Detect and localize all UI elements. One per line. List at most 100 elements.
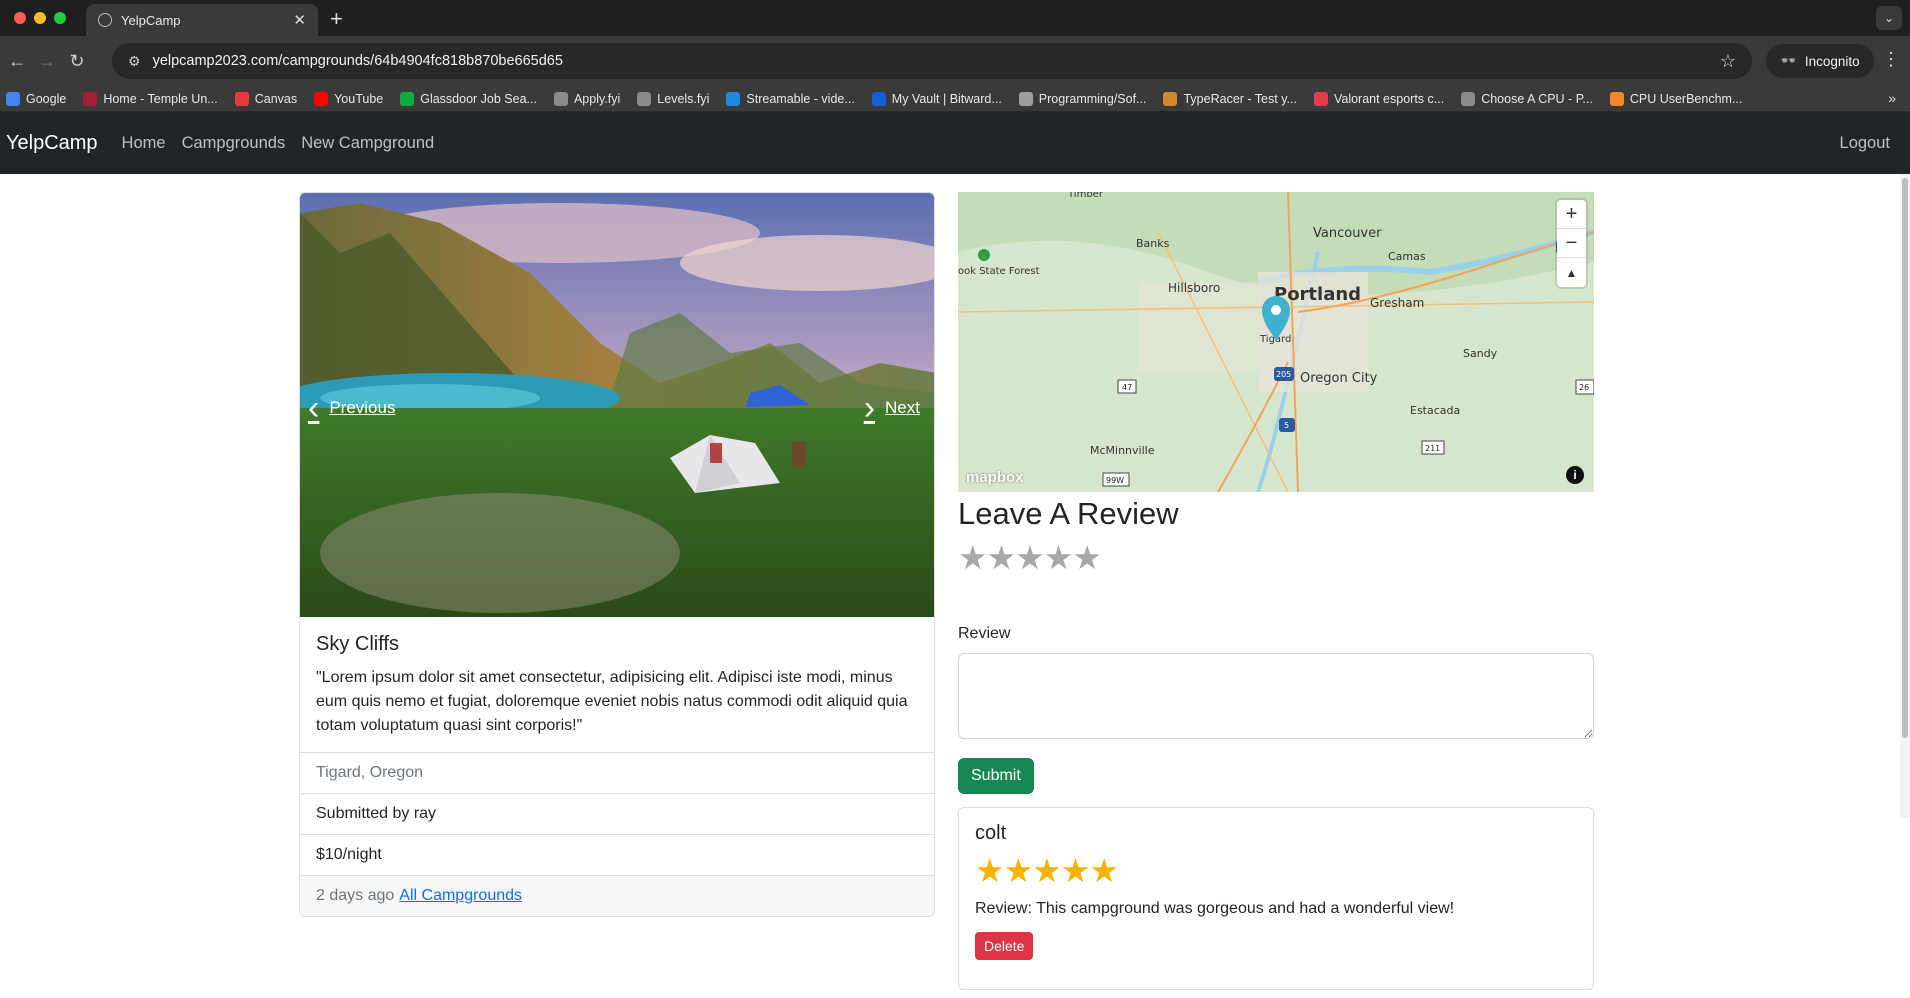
more-bookmarks-icon[interactable]: » (1888, 90, 1896, 106)
map-label-vancouver: Vancouver (1313, 226, 1382, 241)
campground-map[interactable]: Timber Vancouver Camas Banks Hillsboro P… (958, 192, 1594, 492)
chevron-left-icon: ‹ (308, 389, 320, 427)
bookmark-favicon-icon (553, 91, 568, 106)
bookmark-item[interactable]: Home - Temple Un... (83, 91, 218, 106)
bookmark-item[interactable]: Streamable - vide... (726, 91, 855, 106)
site-settings-icon[interactable]: ⚙ (128, 53, 141, 70)
review-textarea[interactable] (958, 653, 1594, 739)
bookmark-item[interactable]: YouTube (314, 91, 384, 106)
bookmark-item[interactable]: CPU UserBenchm... (1609, 91, 1742, 106)
bookmark-favicon-icon (1018, 91, 1033, 106)
logout-link[interactable]: Logout (1840, 134, 1890, 153)
campground-submitted-by: Submitted by ray (300, 793, 934, 834)
shield-26-label: 26 (1579, 383, 1589, 392)
all-campgrounds-link[interactable]: All Campgrounds (399, 887, 522, 905)
submit-button[interactable]: Submit (958, 758, 1034, 794)
map-label-sandy: Sandy (1463, 347, 1498, 360)
review-label: Review (958, 625, 1011, 642)
nav-new-campground-link[interactable]: New Campground (301, 134, 434, 153)
back-icon[interactable]: ← (6, 51, 28, 72)
bookmark-item[interactable]: Choose A CPU - P... (1461, 91, 1593, 106)
maximize-window-button[interactable] (54, 12, 66, 24)
bookmark-item[interactable]: TypeRacer - Test y... (1163, 91, 1297, 106)
bookmark-favicon-icon (726, 91, 741, 106)
mapbox-logo[interactable]: mapbox (966, 469, 1024, 486)
bookmark-item[interactable]: Valorant esports c... (1313, 91, 1444, 106)
bookmark-favicon-icon (1609, 91, 1624, 106)
bookmark-label: Glassdoor Job Sea... (420, 91, 537, 106)
park-icon (978, 249, 990, 261)
bookmark-item[interactable]: Levels.fyi (637, 91, 710, 106)
carousel-next-label: Next (885, 398, 920, 417)
new-tab-button[interactable]: + (330, 6, 343, 32)
review-form-heading: Leave A Review (958, 496, 1179, 531)
bookmark-item[interactable]: My Vault | Bitward... (871, 91, 1002, 106)
bookmark-item[interactable]: Google (6, 91, 66, 106)
shield-5-label: 5 (1284, 421, 1289, 430)
review-author: colt (975, 822, 1007, 844)
campground-location: Tigard, Oregon (300, 752, 934, 793)
map-label-banks: Banks (1136, 237, 1170, 250)
bookmark-label: Levels.fyi (657, 91, 710, 106)
bookmark-favicon-icon (1461, 91, 1476, 106)
map-label-timber: Timber (1067, 192, 1104, 200)
nav-campgrounds-link[interactable]: Campgrounds (182, 134, 286, 153)
info-icon[interactable]: i (1566, 466, 1584, 484)
bookmark-favicon-icon (6, 91, 20, 106)
reload-icon[interactable]: ↻ (66, 51, 88, 72)
tab-search-button[interactable]: ⌄ (1876, 6, 1902, 30)
map-label-hillsboro: Hillsboro (1168, 281, 1220, 295)
delete-review-button[interactable]: Delete (975, 932, 1034, 960)
browser-tab[interactable]: YelpCamp ✕ (86, 4, 318, 36)
forward-icon[interactable]: → (36, 51, 58, 72)
scrollbar-thumb[interactable] (1902, 178, 1908, 738)
browser-toolbar: ← → ↻ ⚙ yelpcamp2023.com/campgrounds/64b… (0, 36, 1910, 86)
campground-card-footer: 2 days ago All Campgrounds (300, 875, 934, 916)
bookmark-favicon-icon (1313, 91, 1328, 106)
zoom-in-button[interactable]: + (1557, 200, 1586, 229)
brand-link[interactable]: YelpCamp (6, 132, 98, 155)
bookmark-favicon-icon (1163, 91, 1178, 106)
close-window-button[interactable] (14, 12, 26, 24)
bookmark-favicon-icon (83, 91, 98, 106)
map-canvas[interactable]: Timber Vancouver Camas Banks Hillsboro P… (958, 192, 1594, 492)
address-bar[interactable]: ⚙ yelpcamp2023.com/campgrounds/64b4904fc… (112, 43, 1752, 79)
window-controls (14, 12, 66, 24)
incognito-badge[interactable]: 👓 Incognito (1766, 44, 1874, 78)
bookmark-item[interactable]: Glassdoor Job Sea... (400, 91, 537, 106)
carousel-previous[interactable]: ‹ Previous (308, 391, 395, 425)
review-text: Review: This campground was gorgeous and… (975, 900, 1455, 917)
star-rating-input[interactable]: ★★★★★ (958, 538, 1594, 577)
map-label-gresham: Gresham (1370, 296, 1424, 310)
bookmark-favicon-icon (871, 91, 886, 106)
bookmark-label: Choose A CPU - P... (1481, 91, 1593, 106)
carousel-next[interactable]: › Next (864, 391, 920, 425)
map-label-estacada: Estacada (1410, 404, 1460, 417)
zoom-out-button[interactable]: − (1557, 229, 1586, 258)
bookmark-item[interactable]: Apply.fyi (553, 91, 620, 106)
bookmark-label: TypeRacer - Test y... (1183, 91, 1297, 106)
bookmarks-bar: Google Home - Temple Un... Canvas YouTube Gl… (0, 86, 1910, 112)
bookmark-item[interactable]: Canvas (234, 91, 297, 106)
compass-button[interactable]: ▲ (1557, 258, 1586, 287)
site-navbar: YelpCamp Home Campgrounds New Campground… (0, 112, 1910, 174)
bookmark-star-icon[interactable]: ☆ (1720, 51, 1736, 72)
page-content: ‹ Previous › Next Sky Cliffs "Lorem ipsu… (0, 174, 1910, 990)
chevron-right-icon: › (863, 389, 876, 427)
minimize-window-button[interactable] (34, 12, 46, 24)
browser-tab-bar: YelpCamp ✕ + ⌄ (0, 0, 1910, 36)
incognito-label: Incognito (1804, 53, 1860, 69)
map-label-state-forest: ook State Forest (958, 266, 1040, 277)
campground-card: ‹ Previous › Next Sky Cliffs "Lorem ipsu… (299, 192, 935, 917)
bookmark-label: YouTube (334, 91, 384, 106)
globe-icon (98, 13, 112, 27)
bookmark-label: Home - Temple Un... (103, 91, 218, 106)
review-card: colt ★★★★★ Review: This campground was g… (958, 807, 1594, 990)
browser-menu-icon[interactable]: ⋮ (1882, 49, 1900, 70)
close-tab-icon[interactable]: ✕ (293, 11, 306, 29)
page-scrollbar[interactable] (1900, 174, 1910, 818)
bookmark-item[interactable]: Programming/Sof... (1018, 91, 1146, 106)
campground-description: "Lorem ipsum dolor sit amet consectetur,… (316, 669, 908, 734)
nav-home-link[interactable]: Home (122, 134, 166, 153)
bookmark-favicon-icon (400, 91, 415, 106)
